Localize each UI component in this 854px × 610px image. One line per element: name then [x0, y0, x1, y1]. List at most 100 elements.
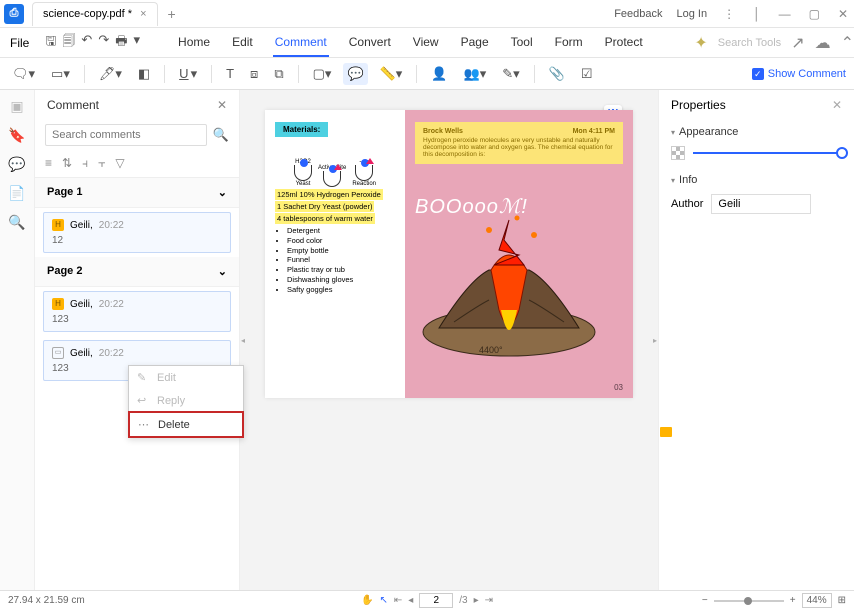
comment-item[interactable]: H Geili, 20:22 123 [43, 291, 231, 332]
highlight-line: 125ml 10% Hydrogen Peroxide [275, 189, 383, 200]
feedback-link[interactable]: Feedback [614, 8, 662, 20]
comment-marker-icon[interactable] [660, 427, 672, 437]
bookmark-icon[interactable]: 🔖 [8, 127, 25, 144]
maximize-button[interactable]: ▢ [807, 7, 822, 21]
tab-tool[interactable]: Tool [509, 29, 535, 57]
share-icon[interactable]: ↗ [791, 33, 804, 53]
summary-tool[interactable]: ☑ [577, 63, 597, 85]
save-icon[interactable]: 🖫 [45, 32, 56, 54]
info-section[interactable]: ▾Info [671, 174, 842, 186]
close-panel-icon[interactable]: ✕ [217, 98, 227, 112]
search-comments-input[interactable] [45, 124, 207, 146]
print-icon[interactable]: 🗐 [62, 32, 75, 54]
tab-title: science-copy.pdf * [43, 8, 132, 20]
zoom-in-icon[interactable]: + [790, 595, 796, 606]
area-highlight-tool[interactable]: ⧉ [270, 63, 287, 85]
comment-panel: Comment ✕ 🔍 ≡ ⇅ ⫞ ⫟ ▽ Page 1 ⌄ H Geili, … [35, 90, 240, 590]
appearance-section[interactable]: ▾Appearance [671, 126, 842, 138]
document-tab[interactable]: science-copy.pdf * × [32, 2, 158, 26]
text-callout-tool[interactable]: ⧈ [246, 63, 262, 85]
text-tool[interactable]: T [222, 63, 238, 84]
ctx-reply-label: Reply [157, 395, 185, 407]
callout-tool[interactable]: 💬 [343, 63, 367, 85]
close-tab-icon[interactable]: × [140, 8, 146, 20]
note-tool[interactable]: 🗨▾ [8, 63, 39, 85]
tab-home[interactable]: Home [176, 29, 212, 57]
collapse-ribbon-icon[interactable]: ⌃ [841, 33, 854, 53]
show-comment-toggle[interactable]: ✓Show Comment [752, 68, 846, 80]
list-item: Dishwashing gloves [287, 275, 395, 285]
measure-tool[interactable]: 📏▾ [376, 63, 407, 85]
attach-tool[interactable]: 📎 [545, 63, 569, 85]
chevron-down-icon: ⌄ [218, 186, 227, 199]
comments-icon[interactable]: 💬 [8, 156, 25, 173]
tab-protect[interactable]: Protect [603, 29, 645, 57]
comment-text: 123 [52, 314, 222, 325]
sort2-icon[interactable]: ⇅ [62, 156, 72, 171]
shape-tool[interactable]: ▢▾ [309, 63, 336, 85]
tab-form[interactable]: Form [553, 29, 585, 57]
print2-icon[interactable]: 🖶 [115, 32, 127, 54]
opacity-slider[interactable] [693, 152, 842, 154]
page2-header[interactable]: Page 2 ⌄ [35, 257, 239, 287]
sign-tool[interactable]: ✎▾ [498, 63, 523, 85]
tab-page[interactable]: Page [459, 29, 491, 57]
ctx-delete[interactable]: ⋯Delete [128, 411, 244, 438]
undo-icon[interactable]: ↶ [81, 32, 92, 54]
zoom-value[interactable]: 44% [802, 593, 832, 608]
first-page-icon[interactable]: ⇤ [394, 595, 402, 606]
list-item: Detergent [287, 226, 395, 236]
textbox-tool[interactable]: ▭▾ [47, 63, 74, 85]
file-menu[interactable]: File [0, 36, 39, 50]
page1-label: Page 1 [47, 186, 82, 199]
search-tools[interactable]: Search Tools [718, 37, 781, 49]
expand-icon[interactable]: ⫞ [82, 156, 88, 171]
prev-page-icon[interactable]: ◂ [408, 595, 413, 606]
minimize-button[interactable]: — [777, 7, 793, 21]
page1-header[interactable]: Page 1 ⌄ [35, 178, 239, 208]
fit-page-icon[interactable]: ⊞ [838, 595, 846, 606]
cloud-icon[interactable]: ☁ [815, 33, 831, 53]
stamp-tool[interactable]: 👤 [427, 63, 451, 85]
wand-icon[interactable]: ✦ [694, 33, 707, 53]
underline-tool[interactable]: U▾ [175, 63, 201, 85]
pdf-page: Materials: H2O2Yeast Active Site --->Rea… [265, 110, 633, 398]
highlight-tool[interactable]: 🖊▾ [95, 63, 126, 85]
new-tab-button[interactable]: + [168, 6, 176, 22]
collapse-icon[interactable]: ⫟ [98, 156, 105, 171]
eraser-tool[interactable]: ◧ [134, 63, 154, 85]
ctx-edit-label: Edit [157, 372, 176, 384]
zoom-slider[interactable] [714, 600, 784, 602]
next-page-icon[interactable]: ▸ [474, 595, 479, 606]
thumbnails-icon[interactable]: ▣ [10, 98, 23, 115]
sort-icon[interactable]: ≡ [45, 156, 52, 171]
comment-item[interactable]: H Geili, 20:22 12 [43, 212, 231, 253]
tab-comment[interactable]: Comment [273, 29, 329, 57]
select-tool-icon[interactable]: ↖ [379, 595, 387, 606]
search-icon[interactable]: 🔍 [8, 214, 25, 231]
redo-icon[interactable]: ↷ [98, 32, 109, 54]
tab-view[interactable]: View [411, 29, 441, 57]
mol-sub: Yeast [296, 181, 311, 187]
sticky-note[interactable]: Brock WellsMon 4:11 PM Hydrogen peroxide… [415, 122, 623, 164]
tab-edit[interactable]: Edit [230, 29, 255, 57]
login-link[interactable]: Log In [677, 8, 708, 20]
appearance-label: Appearance [679, 126, 738, 138]
author-input[interactable] [711, 194, 811, 214]
hand-tool-icon[interactable]: ✋ [361, 595, 373, 606]
zoom-out-icon[interactable]: − [702, 595, 708, 606]
attachment-icon[interactable]: 📄 [8, 185, 25, 202]
tab-convert[interactable]: Convert [347, 29, 393, 57]
qat-more-icon[interactable]: ▾ [134, 32, 141, 54]
properties-title: Properties [671, 98, 726, 112]
stamp2-tool[interactable]: 👥▾ [460, 63, 491, 85]
document-canvas[interactable]: W Materials: H2O2Yeast Active Site --->R… [246, 90, 652, 590]
close-properties-icon[interactable]: ✕ [832, 98, 842, 112]
filter-icon[interactable]: ▽ [115, 156, 124, 171]
opacity-swatch[interactable] [671, 146, 685, 160]
last-page-icon[interactable]: ⇥ [485, 595, 493, 606]
more-icon[interactable]: ⋮ [721, 7, 737, 21]
page-input[interactable] [419, 593, 453, 608]
close-window-button[interactable]: ✕ [836, 7, 850, 21]
search-go-icon[interactable]: 🔍 [213, 124, 229, 146]
